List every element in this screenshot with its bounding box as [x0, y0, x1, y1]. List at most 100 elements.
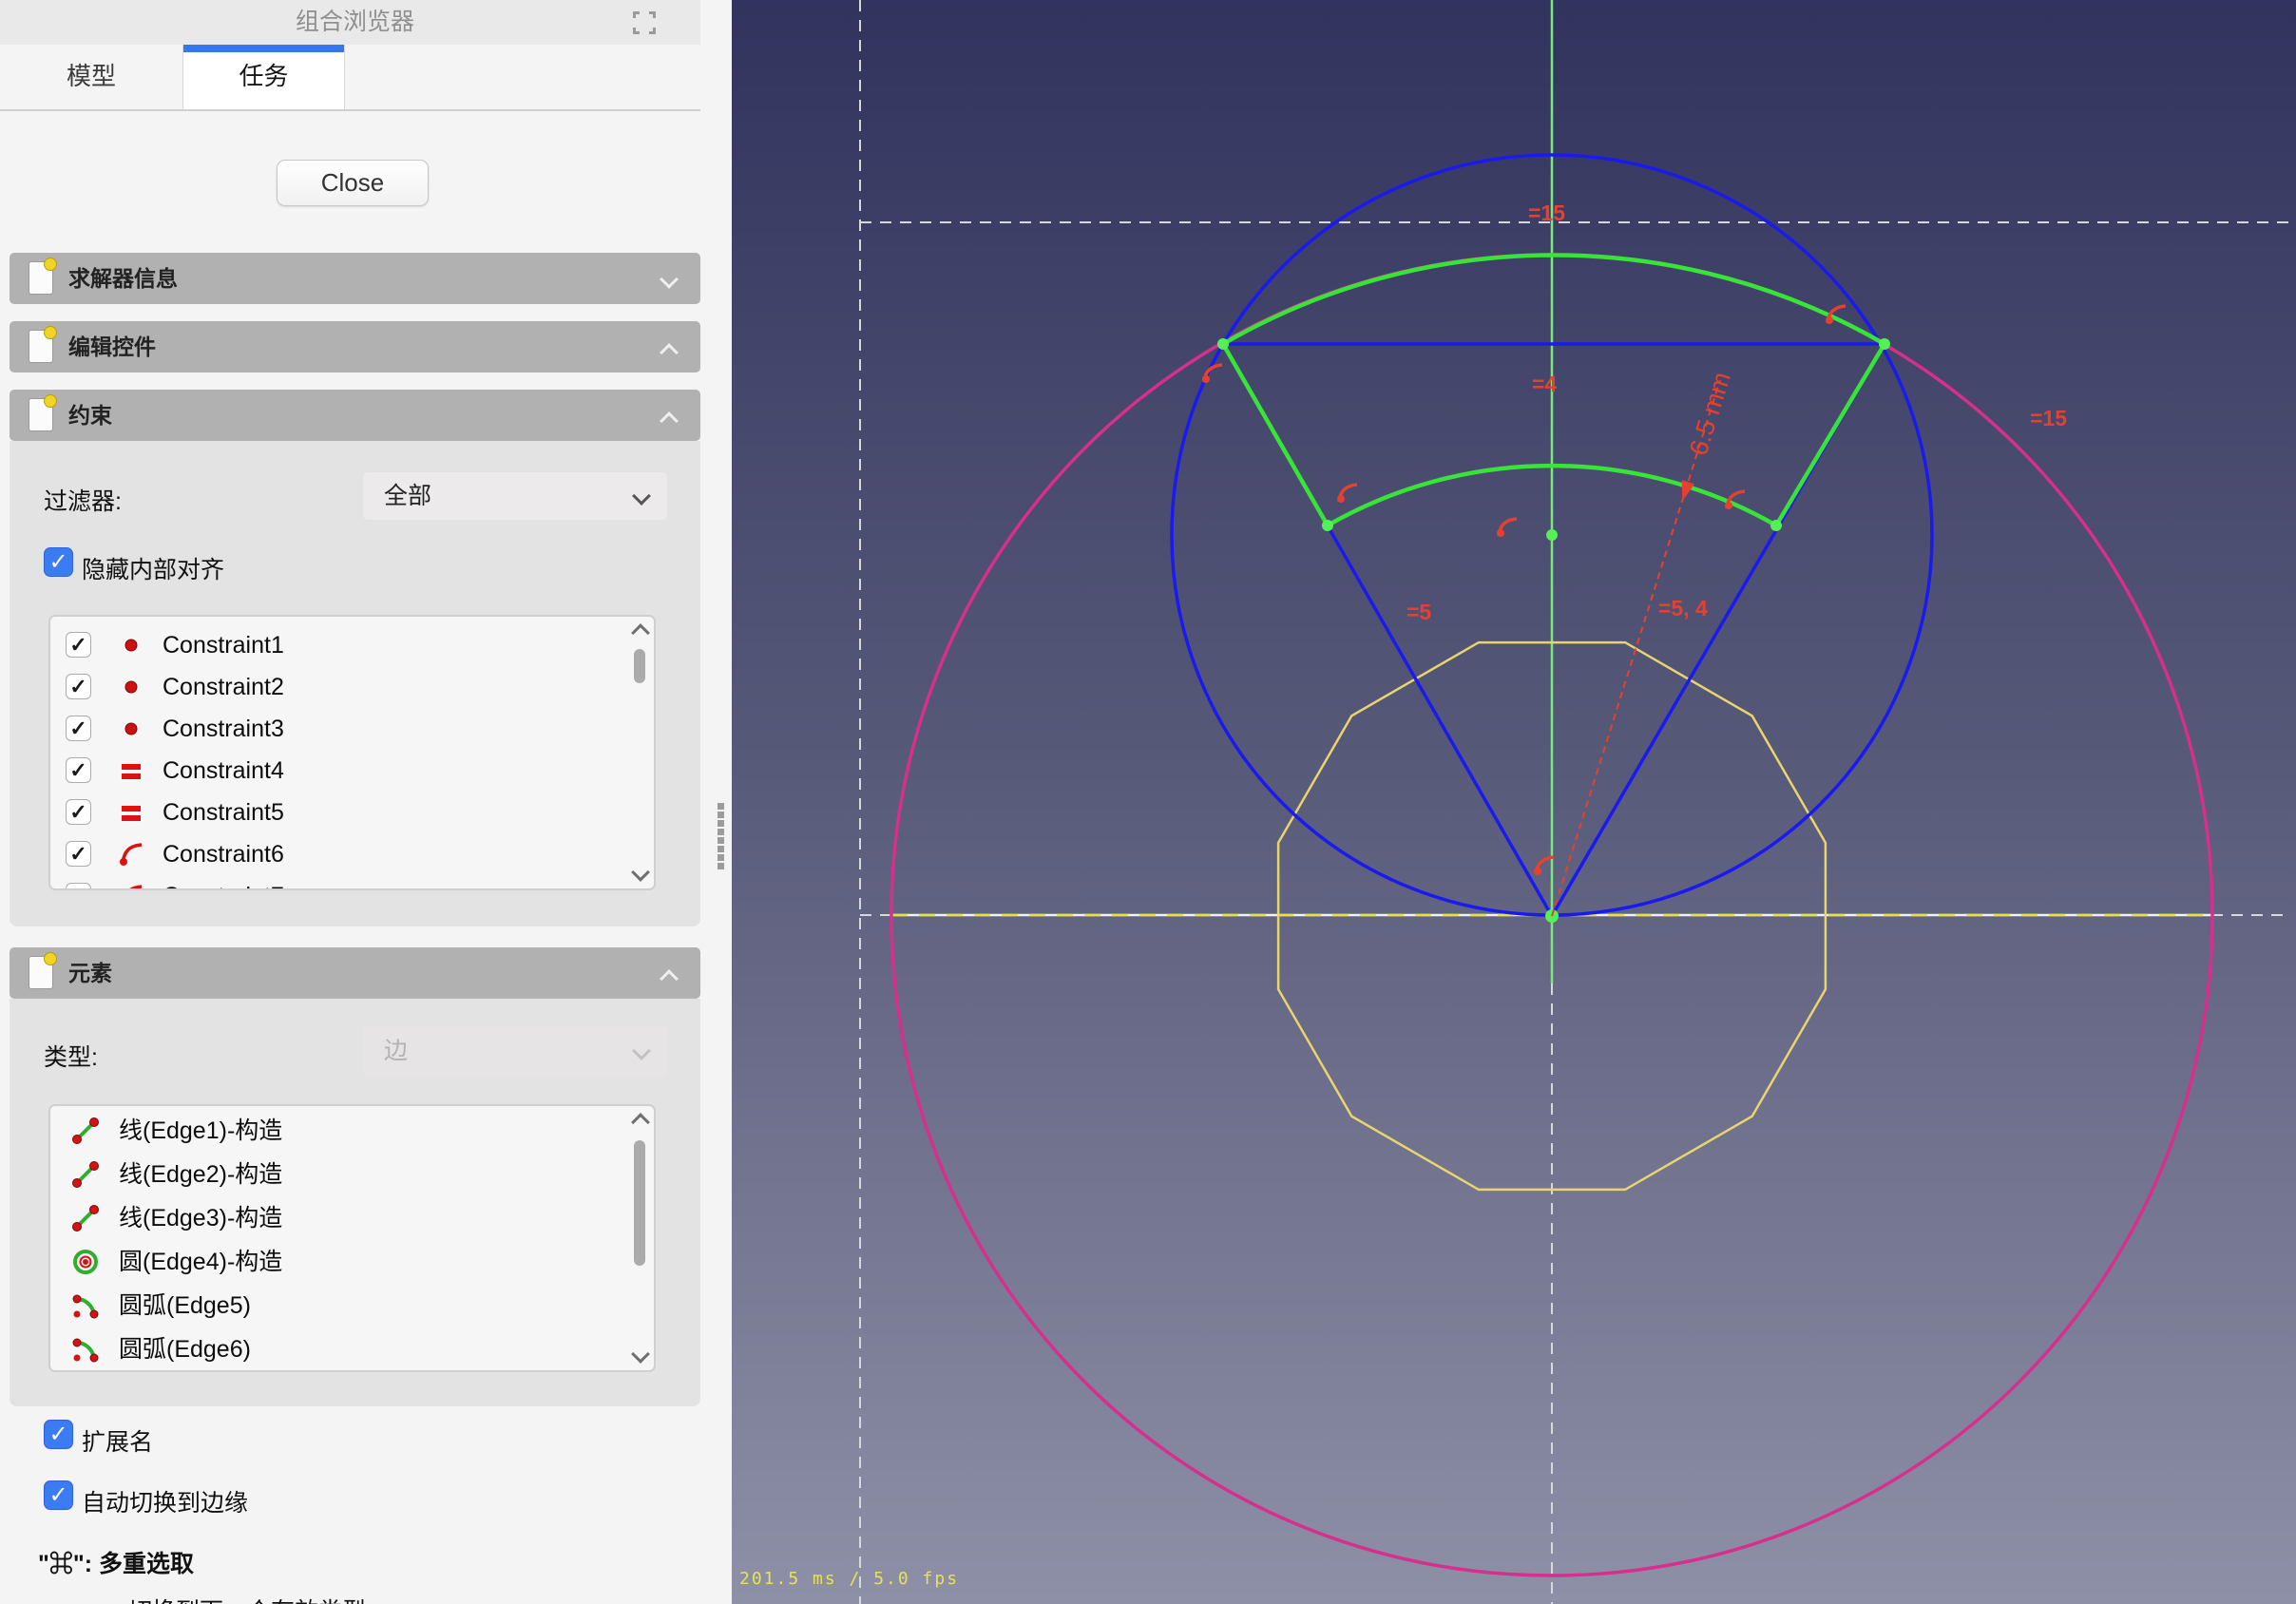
combo-view-panel: 组合浏览器 模型 任务 Close 求解器信息 — [0, 0, 732, 1604]
constraint-row[interactable]: ✓ Constraint6 — [50, 833, 654, 875]
elements-section-body: 类型: 边 线(Edge1)-构造 线(Edge2)-构造 线(Edge3)-构… — [10, 999, 700, 1406]
row-checkbox[interactable]: ✓ — [66, 716, 91, 741]
constraint-name: Constraint1 — [163, 624, 284, 666]
multiselect-hint: "⌘": 多重选取 — [38, 1545, 194, 1579]
element-name: 圆(Edge4)-构造 — [119, 1241, 282, 1283]
scrollbar-thumb[interactable] — [634, 649, 645, 683]
element-name: 线(Edge2)-构造 — [119, 1154, 282, 1195]
constraint-name: Constraint6 — [163, 833, 284, 875]
constraint-row[interactable]: ✓ Constraint4 — [50, 750, 654, 792]
element-row[interactable]: 线(Edge2)-构造 — [50, 1154, 654, 1197]
tangent-glyph-icon[interactable] — [1202, 365, 1222, 383]
vertex-point[interactable] — [1770, 520, 1782, 531]
close-button[interactable]: Close — [277, 160, 429, 206]
element-row[interactable]: 线(Edge1)-构造 — [50, 1110, 654, 1154]
filter-label: 过滤器: — [44, 483, 122, 517]
task-doc-icon — [29, 956, 53, 989]
tab-tasks[interactable]: 任务 — [182, 45, 345, 109]
element-row[interactable]: 线(Edge3)-构造 — [50, 1197, 654, 1241]
coincident-dot-icon — [117, 715, 145, 743]
arc-edge-icon — [71, 1291, 100, 1320]
panel-splitter[interactable] — [700, 0, 732, 1604]
sketch-canvas[interactable]: 6.5 mm =15 =4 =5 =5, 4 =15 — [732, 0, 2296, 1604]
constraint-row[interactable]: ✓ Constraint7 — [50, 875, 654, 890]
line-edge-icon — [71, 1204, 100, 1232]
constraint-row[interactable]: ✓ Constraint2 — [50, 666, 654, 708]
section-label: 求解器信息 — [68, 253, 178, 304]
auto-switch-checkbox[interactable]: ✓ — [44, 1480, 73, 1510]
hide-internal-alignment-checkbox[interactable]: ✓ — [44, 547, 73, 577]
outer-green-arc[interactable] — [1223, 255, 1885, 344]
section-label: 编辑控件 — [68, 321, 156, 372]
equal-constraint-icon — [117, 756, 145, 785]
green-left-line[interactable] — [1223, 344, 1328, 525]
element-list-scrollbar[interactable] — [629, 1110, 650, 1366]
render-stats-text: 201.5 ms / 5.0 fps — [739, 1569, 959, 1589]
active-tab-indicator — [183, 45, 344, 52]
equal-constraint-icon — [117, 798, 145, 827]
constraint-row[interactable]: ✓ Constraint3 — [50, 708, 654, 750]
equal-constraint-label[interactable]: =5, 4 — [1658, 596, 1708, 621]
constraint-name: Constraint3 — [163, 708, 284, 750]
equal-constraint-label[interactable]: =15 — [1528, 200, 1565, 225]
constraint-row[interactable]: ✓ Constraint1 — [50, 624, 654, 666]
equal-constraint-label[interactable]: =4 — [1532, 372, 1557, 396]
section-solver-messages[interactable]: 求解器信息 — [10, 253, 700, 304]
tangent-constraint-icon — [117, 882, 145, 890]
circle-center-point[interactable] — [1546, 529, 1558, 541]
section-edit-controls[interactable]: 编辑控件 — [10, 321, 700, 372]
row-checkbox[interactable]: ✓ — [66, 841, 91, 867]
equal-constraint-label[interactable]: =15 — [2030, 406, 2067, 430]
scroll-down-icon[interactable] — [631, 1345, 650, 1364]
section-constraints[interactable]: 约束 — [10, 390, 700, 441]
arc-edge-icon — [71, 1335, 100, 1364]
chevron-up-icon — [660, 411, 679, 430]
row-checkbox[interactable]: ✓ — [66, 674, 91, 699]
tangent-glyph-icon[interactable] — [1337, 485, 1357, 503]
section-elements[interactable]: 元素 — [10, 947, 700, 999]
constraint-name: Constraint2 — [163, 666, 284, 708]
constraint-name: Constraint7 — [163, 875, 284, 890]
green-right-line[interactable] — [1776, 344, 1885, 525]
vertex-point[interactable] — [1322, 520, 1333, 531]
constraint-list[interactable]: ✓ Constraint1 ✓ Constraint2 ✓ Constraint… — [48, 615, 656, 890]
chevron-up-icon — [660, 969, 679, 988]
task-doc-icon — [29, 398, 53, 431]
float-panel-icon[interactable] — [631, 10, 658, 36]
row-checkbox[interactable]: ✓ — [66, 757, 91, 783]
row-checkbox[interactable]: ✓ — [66, 632, 91, 658]
extension-name-checkbox[interactable]: ✓ — [44, 1420, 73, 1449]
scrollbar-thumb[interactable] — [634, 1140, 645, 1266]
line-edge-icon — [71, 1160, 100, 1189]
row-checkbox[interactable]: ✓ — [66, 883, 91, 890]
element-row[interactable]: 圆弧(Edge6) — [50, 1328, 654, 1372]
element-list[interactable]: 线(Edge1)-构造 线(Edge2)-构造 线(Edge3)-构造 圆(Ed… — [48, 1104, 656, 1372]
scroll-down-icon[interactable] — [631, 863, 650, 882]
tangent-glyph-icon[interactable] — [1497, 519, 1517, 537]
vertex-point[interactable] — [1217, 338, 1229, 350]
element-name: 线(Edge1)-构造 — [119, 1110, 282, 1152]
sketch-3d-viewport[interactable]: 6.5 mm =15 =4 =5 =5, 4 =15 201.5 ms / 5.… — [732, 0, 2296, 1604]
dimension-value[interactable]: 6.5 mm — [1684, 369, 1736, 459]
equal-constraint-label[interactable]: =5 — [1406, 600, 1431, 624]
element-name: 线(Edge3)-构造 — [119, 1197, 282, 1239]
tangent-constraint-icon — [117, 840, 145, 869]
scroll-up-icon[interactable] — [631, 1113, 650, 1132]
clipped-hint: 切换到下一个有效类型 — [128, 1593, 603, 1604]
element-row[interactable]: 圆(Edge4)-构造 — [50, 1241, 654, 1285]
constraint-filter-dropdown[interactable]: 全部 — [363, 472, 667, 520]
scroll-up-icon[interactable] — [631, 623, 650, 642]
auto-switch-label: 自动切换到边缘 — [82, 1484, 248, 1518]
chevron-up-icon — [660, 343, 679, 362]
tab-model[interactable]: 模型 — [0, 45, 182, 107]
vertex-point[interactable] — [1879, 338, 1890, 350]
constraint-list-scrollbar[interactable] — [629, 621, 650, 885]
line-edge-icon — [71, 1117, 100, 1145]
task-doc-icon — [29, 261, 53, 295]
type-label: 类型: — [44, 1039, 98, 1073]
row-checkbox[interactable]: ✓ — [66, 799, 91, 825]
type-value: 边 — [384, 1025, 408, 1077]
constraint-row[interactable]: ✓ Constraint5 — [50, 792, 654, 833]
element-row[interactable]: 圆弧(Edge5) — [50, 1285, 654, 1328]
hide-internal-alignment-label: 隐藏内部对齐 — [82, 551, 224, 585]
